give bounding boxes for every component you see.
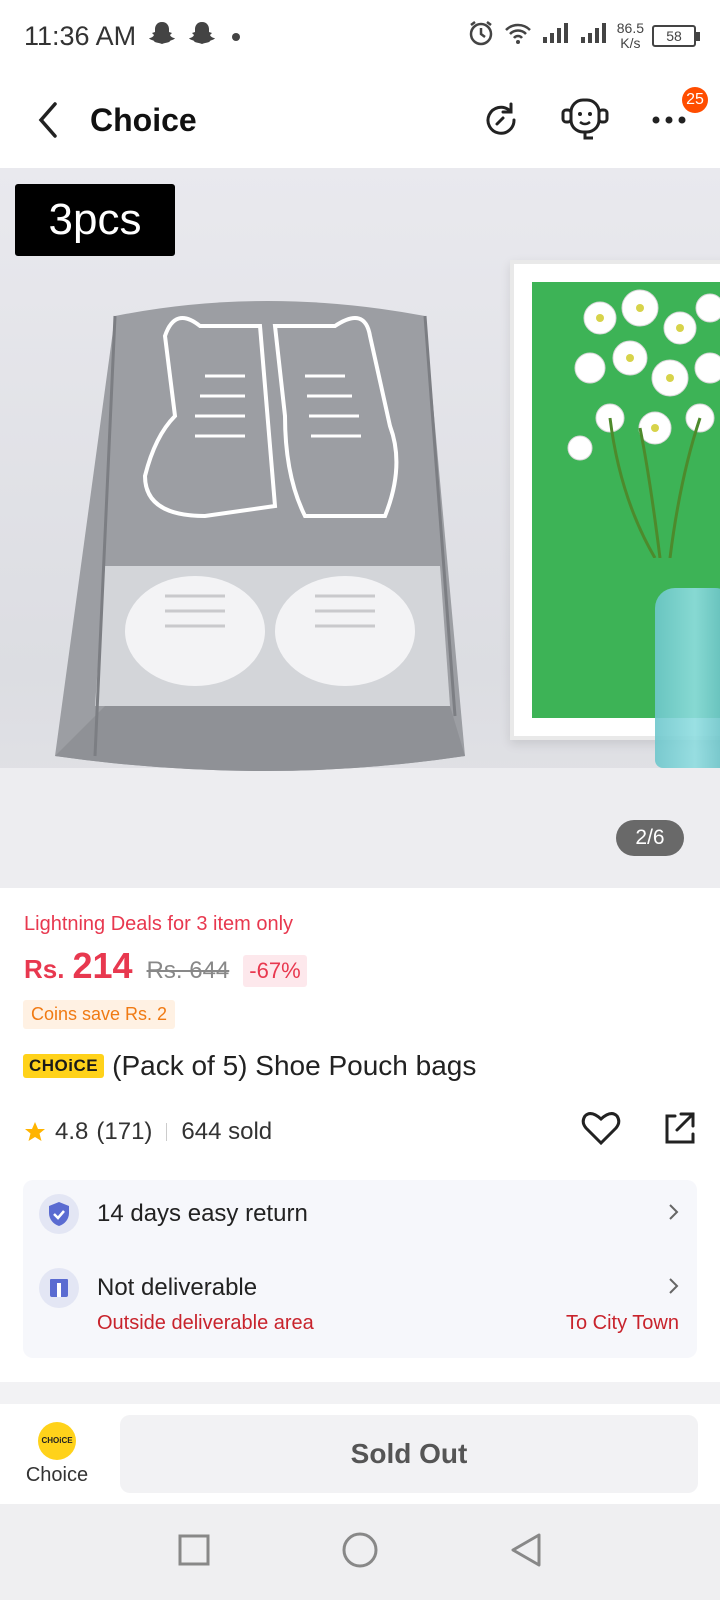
alarm-icon [467, 19, 495, 54]
image-counter: 2/6 [616, 820, 684, 856]
wifi-icon [503, 21, 533, 52]
chevron-right-icon [667, 1276, 681, 1301]
notification-badge: 25 [682, 87, 708, 113]
review-count[interactable]: (171) [96, 1118, 152, 1146]
sold-count: 644 sold [181, 1117, 273, 1145]
delivery-sub-text: Outside deliverable area [97, 1312, 314, 1334]
package-icon [39, 1268, 79, 1308]
sold-out-button[interactable]: Sold Out [120, 1415, 698, 1493]
star-icon [25, 1121, 45, 1141]
recent-apps-button[interactable] [177, 1533, 211, 1572]
home-button[interactable] [341, 1531, 379, 1574]
choice-store-tab[interactable]: CHOiCE Choice [0, 1421, 114, 1487]
battery-icon: 58 [652, 25, 700, 47]
return-policy-row[interactable]: 14 days easy return [39, 1194, 681, 1234]
network-speed: 86.5 K/s [617, 21, 644, 51]
refresh-icon [486, 102, 516, 135]
app-header: Choice 25 [0, 72, 720, 168]
customer-service-button[interactable] [558, 93, 612, 147]
delivery-status-label: Not deliverable [97, 1274, 258, 1301]
signal-icon [541, 21, 571, 52]
choice-badge: CHOiCE [23, 1054, 105, 1078]
snapchat-icon [148, 19, 176, 54]
currency-label: Rs. [24, 954, 65, 984]
signal-icon [579, 21, 609, 52]
flowers-decor [567, 289, 720, 558]
heart-icon [581, 1112, 621, 1146]
circle-icon [342, 1532, 378, 1567]
refresh-button[interactable] [474, 93, 528, 147]
original-price: Rs. 644 [146, 957, 230, 984]
more-menu-button[interactable]: 25 [642, 87, 708, 147]
lightning-deal-text: Lightning Deals for 3 item only [24, 913, 294, 935]
pack-size-tag: 3pcs [15, 184, 175, 256]
status-time: 11:36 AM [24, 20, 137, 51]
product-title: (Pack of 5) Shoe Pouch bags [112, 1050, 477, 1081]
share-icon [665, 1112, 695, 1144]
status-bar: 11:36 AM 86.5 K/s 58 [0, 0, 720, 72]
chevron-left-icon [38, 102, 57, 138]
coins-save-tag: Coins save Rs. 2 [23, 1000, 176, 1029]
delivery-destination[interactable]: To City Town [566, 1312, 679, 1335]
rating-row: 4.8 (171) 644 sold [23, 1110, 697, 1153]
shield-check-icon [39, 1194, 79, 1234]
more-dots-icon [652, 116, 686, 124]
triangle-back-icon [511, 1533, 541, 1566]
delivery-row[interactable]: Not deliverable [39, 1268, 681, 1308]
square-icon [178, 1534, 210, 1565]
separator [166, 1122, 168, 1141]
network-speed-value: 86.5 [616, 20, 644, 36]
page-title: Choice [90, 101, 197, 138]
chevron-right-icon [667, 1202, 681, 1227]
service-card: 14 days easy return Not deliverable Outs… [23, 1180, 697, 1358]
rating-value: 4.8 [55, 1117, 89, 1145]
product-title-row: CHOiCE (Pack of 5) Shoe Pouch bags [23, 1050, 476, 1082]
system-navigation-bar [0, 1504, 720, 1600]
product-image-carousel[interactable]: 3pcs 2/6 [0, 168, 720, 888]
price-row: Rs. 214 Rs. 644 -67% [24, 945, 307, 987]
support-agent-icon [561, 98, 609, 140]
section-divider [0, 1382, 720, 1404]
network-speed-unit: K/s [620, 35, 641, 51]
back-button[interactable] [24, 96, 72, 144]
share-button[interactable] [661, 1110, 697, 1153]
discount-badge: -67% [243, 955, 307, 987]
choice-logo-icon: CHOiCE [38, 1421, 76, 1460]
snapchat-icon [188, 19, 216, 54]
shoe-bag-image [55, 301, 465, 771]
return-policy-label: 14 days easy return [97, 1200, 308, 1227]
current-price: 214 [72, 945, 133, 986]
system-back-button[interactable] [509, 1532, 543, 1573]
dot-icon [228, 21, 244, 52]
wishlist-button[interactable] [581, 1110, 621, 1153]
bottom-action-bar: CHOiCE Choice Sold Out [0, 1404, 720, 1504]
vase-decor [655, 588, 720, 768]
choice-tab-label: Choice [25, 1463, 89, 1486]
